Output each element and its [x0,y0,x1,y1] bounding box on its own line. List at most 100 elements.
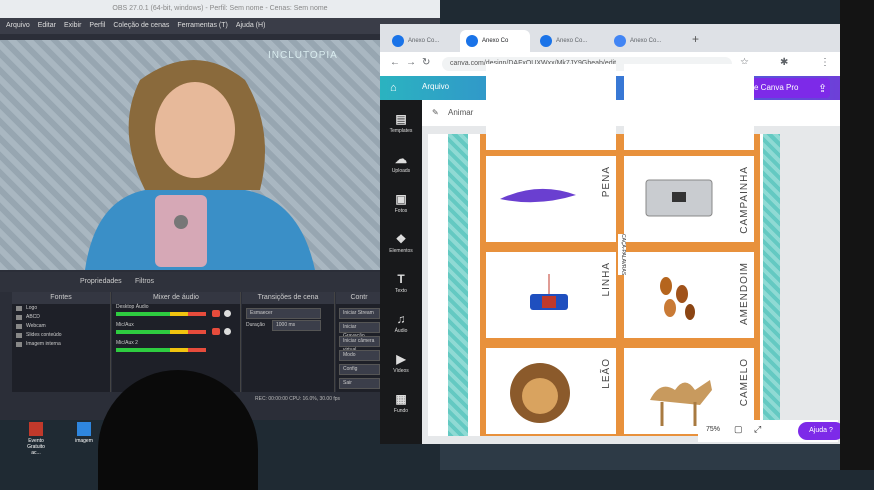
studio-mode-button[interactable]: Modo [339,350,380,361]
word-label: LINHA [601,262,612,297]
home-icon[interactable]: ⌂ [390,82,397,94]
reload-icon[interactable]: ↻ [422,57,430,68]
sidebar-item-videos[interactable]: ▶ Vídeos [380,352,422,374]
zoom-level[interactable]: 75% [706,426,720,433]
webcam-person [85,60,315,270]
word-label: CAMELO [739,358,750,407]
card-top-right[interactable] [624,64,754,150]
obs-title: OBS 27.0.1 (64-bit, windows) - Perfil: S… [0,0,440,18]
music-icon: ♫ [396,312,406,326]
card-campainha[interactable]: CAMPAINHA [624,156,754,242]
browser-tab[interactable]: Anexo Co... [608,30,678,52]
mute-icon[interactable] [212,310,220,317]
new-tab-button[interactable]: + [692,32,699,46]
volume-meter[interactable] [116,348,206,352]
video-icon: ▶ [396,352,406,366]
word-label: LEÃO [601,358,612,389]
desktop-icon-imagem[interactable]: imagem [70,422,98,444]
sidebar-item-background[interactable]: ▦ Fundo [380,392,422,414]
volume-meter[interactable] [116,330,206,334]
volume-meter[interactable] [116,312,206,316]
mute-icon[interactable] [212,328,220,335]
canva-favicon-icon [466,35,478,47]
browser-tab-active[interactable]: Anexo Co [460,30,530,52]
sidebar-item-uploads[interactable]: ☁ Uploads [380,152,422,174]
menu-item-editar[interactable]: Editar [38,22,56,29]
peanuts-icon [660,277,695,320]
mixer-channel: Mic/Aux 2 [112,340,240,358]
transition-select[interactable]: Esmaecer [246,308,321,319]
back-icon[interactable]: ← [390,57,400,68]
pdf-icon [29,422,43,436]
card-amendoim[interactable]: AMENDOIM [624,252,754,338]
upload-icon: ☁ [395,152,407,166]
gear-icon[interactable] [224,310,231,317]
browser-tab[interactable]: Anexo Co... [386,30,456,52]
filters-button[interactable]: Filtros [135,278,154,285]
menu-item-colecao[interactable]: Coleção de cenas [113,22,169,29]
lion-icon [510,363,570,423]
sidebar-item-elements[interactable]: ❖ Elementos [380,232,422,254]
transitions-dock: Transições de cena Esmaecer Duração 1000… [242,292,335,392]
forward-icon[interactable]: → [406,57,416,68]
duration-input[interactable]: 1000 ms [272,320,321,331]
canva-favicon-icon [540,35,552,47]
transitions-title: Transições de cena [242,292,334,304]
help-button[interactable]: Ajuda ? [798,422,844,440]
sidebar-item-photos[interactable]: ▣ Fotos [380,192,422,214]
sidebar-item-audio[interactable]: ♫ Áudio [380,312,422,334]
browser-tab[interactable]: Anexo Co... [534,30,604,52]
source-item[interactable]: Webcam [12,322,110,331]
settings-button[interactable]: Config [339,364,380,375]
menu-item-perfil[interactable]: Perfil [89,22,105,29]
google-favicon-icon [614,35,626,47]
desktop-icons: Evento Gratuito ac... imagem [0,418,110,470]
browser-window: Anexo Co... Anexo Co Anexo Co... Anexo C… [380,24,844,444]
share-icon[interactable]: ⇪ [818,82,827,95]
puzzle-tag: CAÇA-PALAVRAS [618,234,626,276]
menu-item-ferramentas[interactable]: Ferramentas (T) [177,22,228,29]
gear-icon[interactable] [224,328,231,335]
menu-item-exibir[interactable]: Exibir [64,22,82,29]
controls-title: Contr [336,292,382,304]
start-stream-button[interactable]: Iniciar Stream [339,308,380,319]
card-leao[interactable]: LEÃO [486,348,616,434]
card-linha[interactable]: LINHA [486,252,616,338]
mixer-channel-label: Desktop Áudio [116,304,149,310]
page-view-icon[interactable]: ▢ [734,424,743,435]
tab-bar: Anexo Co... Anexo Co Anexo Co... Anexo C… [380,24,840,52]
templates-icon: ▤ [395,112,407,126]
source-item[interactable]: Imagem interna [12,340,110,349]
sidebar-item-templates[interactable]: ▤ Templates [380,112,422,134]
exit-button[interactable]: Sair [339,378,380,389]
mixer-channel: Mic/Aux [112,322,240,340]
properties-button[interactable]: Propriedades [80,278,122,285]
file-menu[interactable]: Arquivo [422,82,449,91]
fullscreen-icon[interactable]: ⤢ [754,424,761,435]
mixer-channel: Desktop Áudio [112,304,240,322]
source-item[interactable]: Logo [12,304,110,313]
source-item[interactable]: Slides conteúdo [12,331,110,340]
source-item[interactable]: ABCD [12,313,110,322]
card-pena[interactable]: PENA [486,156,616,242]
obs-menubar: Arquivo Editar Exibir Perfil Coleção de … [0,18,440,34]
feather-icon [500,188,576,203]
menu-item-ajuda[interactable]: Ajuda (H) [236,22,266,29]
animate-button[interactable]: Animar [448,108,473,117]
desktop-icon-evento[interactable]: Evento Gratuito ac... [22,422,50,456]
virtual-camera-button[interactable]: Iniciar câmera virtual [339,336,380,353]
canva-sidebar: ▤ Templates ☁ Uploads ▣ Fotos ❖ Elementos TT… [380,100,422,444]
thread-spool-icon [530,274,568,310]
extensions-icon[interactable]: ✱ [780,57,788,68]
card-top-left[interactable] [486,64,616,150]
menu-item-arquivo[interactable]: Arquivo [6,22,30,29]
mixer-channel-label: Mic/Aux [116,322,134,328]
sidebar-item-text[interactable]: T Texto [380,272,422,294]
controls-dock: Contr Iniciar Stream Iniciar Gravação In… [336,292,383,392]
start-recording-button[interactable]: Iniciar Gravação [339,322,380,339]
sources-dock: Fontes Logo ABCD Webcam Slides conteúdo … [12,292,111,392]
word-label: AMENDOIM [739,262,750,325]
photo-icon: ▣ [395,192,407,206]
design-page[interactable]: PENA CAMPAINHA LINHA AMENDOIM LEÃO CAMEL… [428,64,780,436]
menu-icon[interactable]: ⋮ [820,57,830,68]
